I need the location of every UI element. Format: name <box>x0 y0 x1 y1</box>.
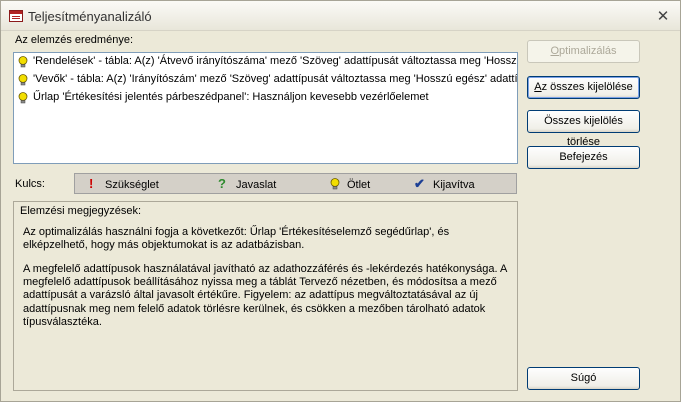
lightbulb-icon <box>18 92 28 104</box>
key-label: Kulcs: <box>15 178 45 190</box>
finish-button[interactable]: Befejezés <box>527 146 640 169</box>
title-bar[interactable]: Teljesítményanalizáló ✕ <box>1 1 680 31</box>
list-item[interactable]: 'Vevők' - tábla: A(z) 'Irányítószám' mez… <box>14 71 517 89</box>
results-label: Az elemzés eredménye: <box>15 34 133 46</box>
performance-analyzer-dialog: Teljesítményanalizáló ✕ Az elemzés eredm… <box>0 0 681 402</box>
window-title: Teljesítményanalizáló <box>28 9 152 24</box>
list-item[interactable]: 'Rendelések' - tábla: A(z) 'Átvevő irány… <box>14 53 517 71</box>
help-button[interactable]: Súgó <box>527 367 640 390</box>
notes-paragraph-2: A megfelelő adattípusok használatával ja… <box>23 263 507 328</box>
exclamation-icon: ! <box>89 176 94 191</box>
lightbulb-icon <box>330 178 340 190</box>
select-all-button[interactable]: Az összes kijelölése <box>527 76 640 99</box>
finish-label: Befejezés <box>559 151 608 163</box>
analysis-results-list[interactable]: 'Rendelések' - tábla: A(z) 'Átvevő irány… <box>13 52 518 164</box>
clear-selection-button[interactable]: Összes kijelölés törlése <box>527 110 640 148</box>
select-all-label-hotkey: A <box>534 81 542 93</box>
result-text: 'Rendelések' - tábla: A(z) 'Átvevő irány… <box>33 55 518 67</box>
question-icon: ? <box>218 176 226 191</box>
select-all-label-post: z összes kijelölése <box>541 81 633 93</box>
help-label: Súgó <box>570 372 597 384</box>
list-item[interactable]: Űrlap 'Értékesítési jelentés párbeszédpa… <box>14 89 517 107</box>
lightbulb-icon <box>18 74 28 86</box>
checkmark-icon: ✔ <box>414 176 425 191</box>
optimize-label-post: ptimalizálás <box>559 45 617 57</box>
result-text: 'Vevők' - tábla: A(z) 'Irányítószám' mez… <box>33 73 518 85</box>
lightbulb-icon <box>18 56 28 68</box>
analysis-notes-panel: Elemzési megjegyzések: Az optimalizálás … <box>13 201 518 391</box>
notes-paragraph-1: Az optimalizálás használni fogja a követ… <box>23 226 450 252</box>
optimize-label-hotkey: O <box>550 45 560 57</box>
key-legend: ! Szükséglet ? Javaslat Ötlet ✔ Kijavítv… <box>74 173 517 194</box>
app-icon <box>9 10 23 22</box>
key-text: Kijavítva <box>433 179 475 191</box>
key-text: Szükséglet <box>105 179 159 191</box>
key-text: Ötlet <box>347 179 371 191</box>
key-text: Javaslat <box>236 179 277 191</box>
optimize-button[interactable]: Optimalizálás <box>527 40 640 63</box>
close-window-button[interactable]: ✕ <box>654 7 672 25</box>
notes-title: Elemzési megjegyzések: <box>20 205 142 217</box>
result-text: Űrlap 'Értékesítési jelentés párbeszédpa… <box>33 91 429 103</box>
clear-selection-label-pre: Összes kijelölés <box>544 115 623 127</box>
